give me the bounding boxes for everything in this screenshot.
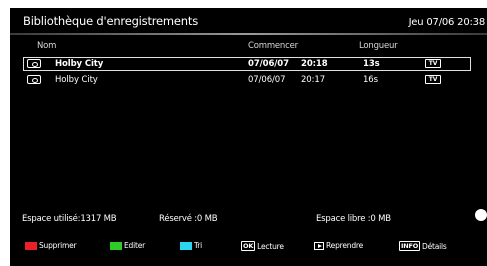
- delete-hint[interactable]: Supprimer: [25, 241, 77, 250]
- details-label: Détails: [422, 241, 447, 251]
- recordings-library-screen: Bibliothèque d'enregistrements Jeu 07/06…: [10, 8, 487, 266]
- tv-icon: TV: [425, 59, 441, 68]
- play-label: Lecture: [257, 241, 284, 251]
- resume-hint[interactable]: Reprendre: [314, 241, 363, 250]
- recording-row[interactable]: Holby City 07/06/07 20:18 13s TV: [23, 57, 471, 71]
- ok-key-icon: OK: [241, 241, 256, 251]
- edit-label: Editer: [124, 241, 146, 250]
- column-header-name: Nom: [37, 41, 57, 51]
- recording-name: Holby City: [55, 59, 104, 69]
- sort-label: Tri: [194, 241, 203, 250]
- details-hint[interactable]: INFO Détails: [399, 241, 447, 251]
- recording-name: Holby City: [55, 75, 98, 85]
- sort-hint[interactable]: Tri: [180, 241, 202, 250]
- eye-icon: [27, 59, 41, 68]
- clock: Jeu 07/06 20:38: [408, 17, 486, 28]
- column-header-length: Longueur: [359, 41, 398, 51]
- recording-time: 20:17: [301, 75, 325, 85]
- recording-row[interactable]: Holby City 07/06/07 20:17 16s TV: [24, 74, 471, 87]
- recording-date: 07/06/07: [248, 75, 286, 85]
- play-icon: [314, 241, 324, 250]
- scroll-indicator[interactable]: [475, 209, 487, 221]
- green-key-icon: [110, 241, 122, 250]
- recording-length: 16s: [363, 75, 378, 85]
- page-title: Bibliothèque d'enregistrements: [23, 14, 198, 28]
- play-hint[interactable]: OK Lecture: [241, 241, 284, 251]
- column-header-start: Commencer: [248, 41, 298, 51]
- resume-label: Reprendre: [326, 241, 364, 250]
- edit-hint[interactable]: Editer: [110, 241, 145, 250]
- header-divider: [10, 33, 487, 35]
- delete-label: Supprimer: [39, 241, 77, 250]
- recording-time: 20:18: [301, 59, 328, 69]
- space-reserved: Réservé :0 MB: [159, 214, 218, 224]
- blue-key-icon: [180, 241, 192, 250]
- space-free: Espace libre :0 MB: [316, 214, 391, 224]
- recording-length: 13s: [363, 59, 380, 69]
- space-used: Espace utilisé:1317 MB: [22, 214, 117, 224]
- recording-date: 07/06/07: [248, 59, 289, 69]
- tv-icon: TV: [425, 75, 441, 84]
- info-key-icon: INFO: [399, 241, 421, 251]
- eye-icon: [27, 75, 41, 84]
- red-key-icon: [25, 241, 37, 250]
